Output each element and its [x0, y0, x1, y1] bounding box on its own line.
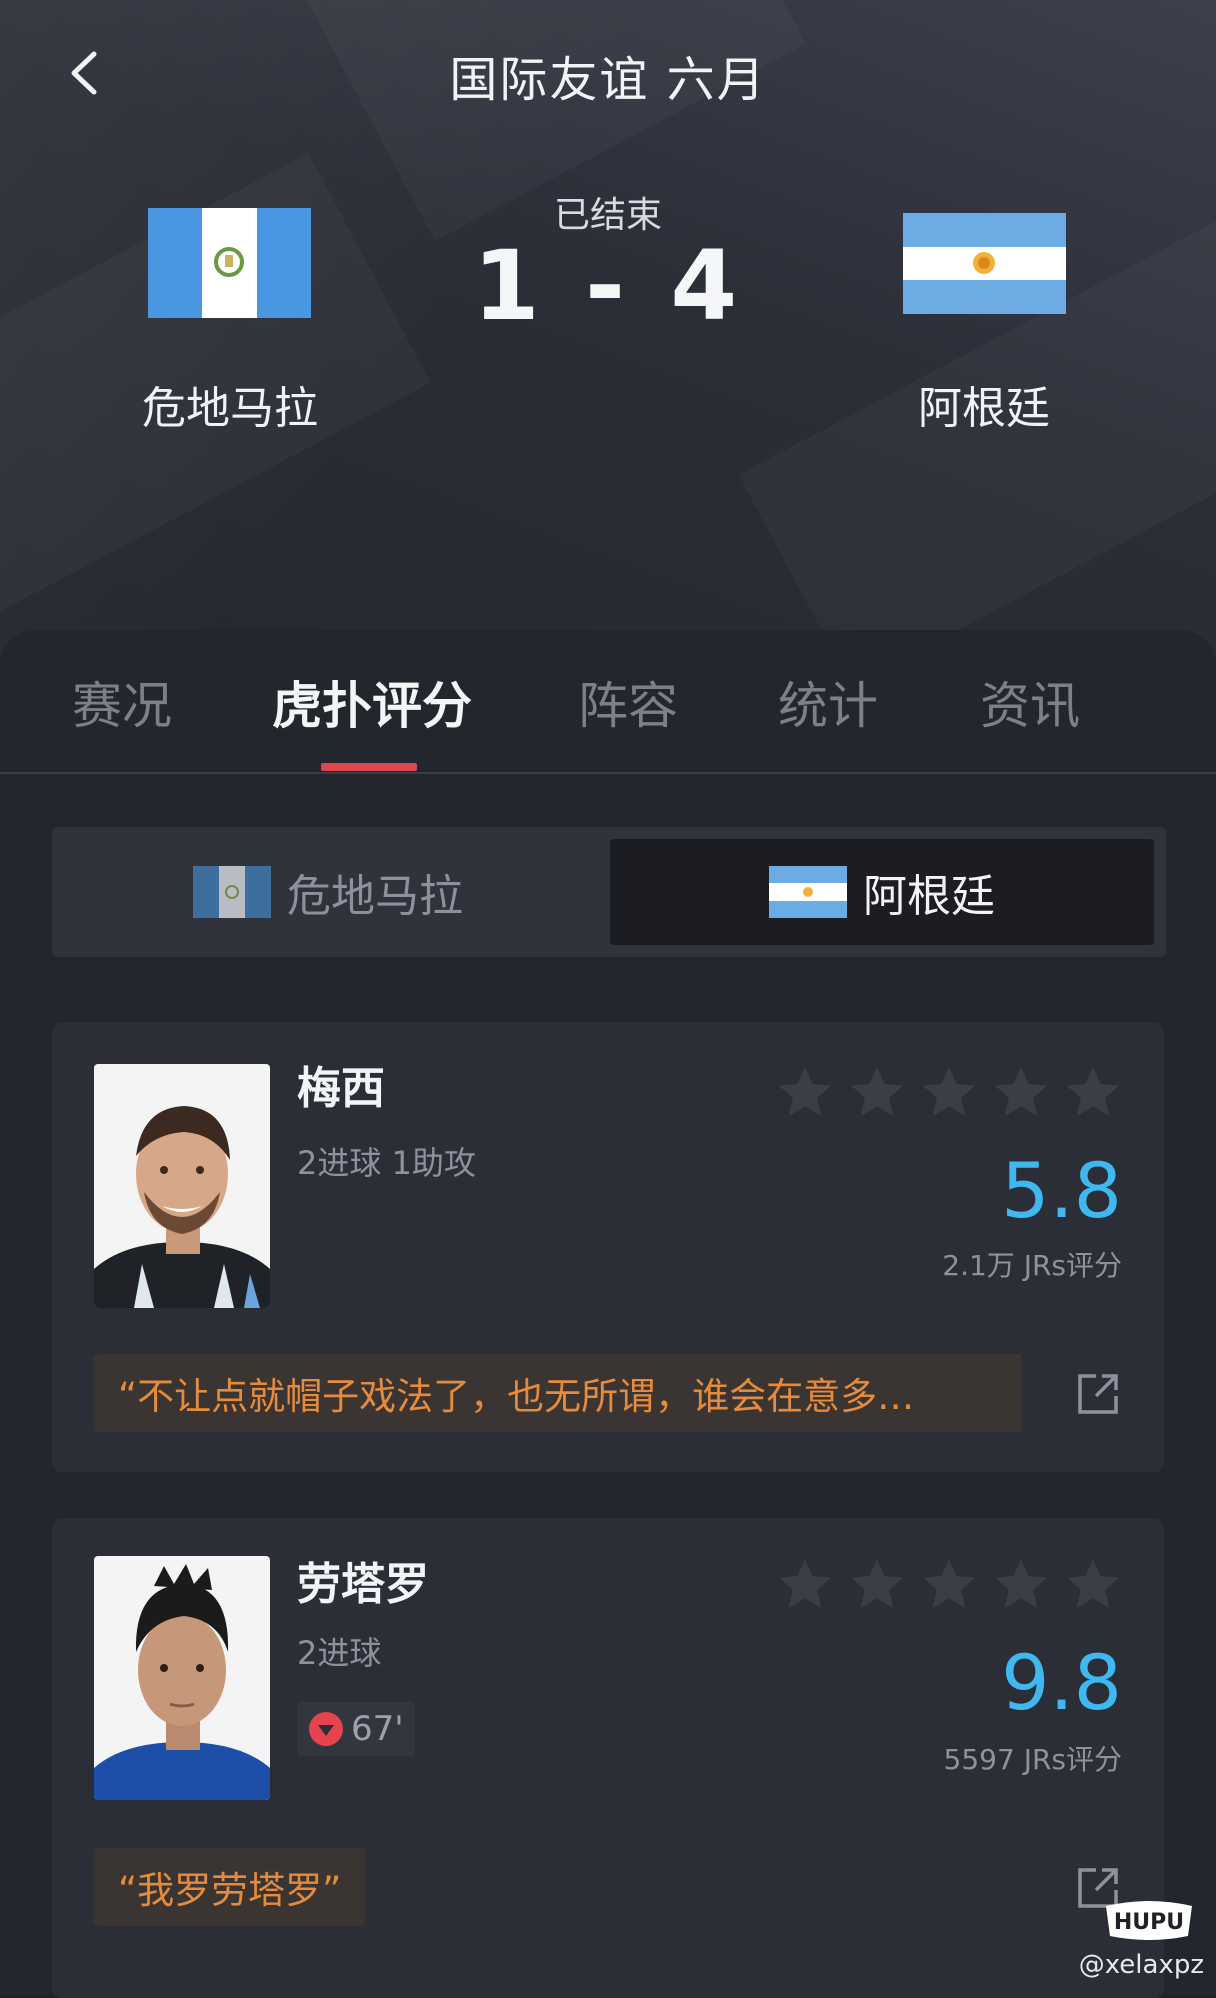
rating-count: 2.1万 JRs评分 [942, 1249, 1122, 1282]
team-switch-label: 危地马拉 [287, 871, 463, 922]
player-stats: 2进球 1助攻 [297, 1144, 476, 1182]
guatemala-flag-icon [193, 866, 271, 918]
star-icon[interactable] [990, 1062, 1052, 1124]
argentina-flag-icon [769, 866, 847, 918]
share-icon[interactable] [1076, 1372, 1120, 1416]
player-rating: 9.8 [1001, 1638, 1122, 1727]
team-switch-guatemala[interactable]: 危地马拉 [62, 839, 594, 945]
star-icon[interactable] [774, 1554, 836, 1616]
star-rating[interactable] [774, 1554, 1124, 1616]
substitution-off-icon [309, 1712, 343, 1746]
star-icon[interactable] [846, 1554, 908, 1616]
team-switch-label: 阿根廷 [863, 871, 995, 922]
star-icon[interactable] [918, 1062, 980, 1124]
star-rating[interactable] [774, 1062, 1124, 1124]
star-icon[interactable] [918, 1554, 980, 1616]
watermark-username: @xelaxpz [1078, 1950, 1204, 1980]
player-rating: 5.8 [1001, 1146, 1122, 1235]
rating-count: 5597 JRs评分 [943, 1743, 1122, 1776]
away-team-name[interactable]: 阿根廷 [834, 372, 1134, 436]
argentina-flag-icon[interactable] [903, 213, 1066, 314]
tab-hupu-rating[interactable]: 虎扑评分 [272, 666, 472, 738]
match-score: 1 - 4 [472, 230, 744, 342]
tab-stats[interactable]: 统计 [778, 666, 878, 738]
star-icon[interactable] [990, 1554, 1052, 1616]
star-icon[interactable] [1062, 1554, 1124, 1616]
active-tab-indicator [321, 763, 417, 771]
player-stats: 2进球 [297, 1634, 382, 1672]
guatemala-flag-icon[interactable] [148, 208, 311, 318]
player-photo[interactable] [94, 1064, 270, 1308]
hupu-logo-text: HUPU [1114, 1910, 1184, 1935]
star-icon[interactable] [846, 1062, 908, 1124]
home-team-name[interactable]: 危地马拉 [80, 372, 380, 436]
team-switch-argentina[interactable]: 阿根廷 [610, 839, 1154, 945]
substitution-minute: 67' [351, 1709, 404, 1749]
hupu-logo: HUPU [1106, 1901, 1192, 1940]
star-icon[interactable] [1062, 1062, 1124, 1124]
player-card[interactable]: 劳塔罗 2进球 67' 9.8 5597 JRs评分 “我罗劳塔罗” [52, 1518, 1164, 1998]
player-name[interactable]: 梅西 [297, 1052, 385, 1116]
tab-live[interactable]: 赛况 [72, 666, 172, 738]
player-photo[interactable] [94, 1556, 270, 1800]
tab-bar: 赛况 虎扑评分 阵容 统计 资讯 [0, 630, 1216, 774]
star-icon[interactable] [774, 1062, 836, 1124]
player-card[interactable]: 梅西 2进球 1助攻 5.8 2.1万 JRs评分 “不让点就帽子戏法了，也无所… [52, 1022, 1164, 1472]
team-switch: 危地马拉 阿根廷 [52, 827, 1166, 957]
tab-news[interactable]: 资讯 [980, 666, 1080, 738]
top-comment[interactable]: “不让点就帽子戏法了，也无所谓，谁会在意多… [94, 1354, 1022, 1432]
top-comment[interactable]: “我罗劳塔罗” [94, 1848, 366, 1926]
tab-lineup[interactable]: 阵容 [578, 666, 678, 738]
substitution-badge: 67' [297, 1702, 415, 1756]
player-name[interactable]: 劳塔罗 [297, 1548, 429, 1612]
page-title: 国际友谊 六月 [449, 52, 767, 108]
